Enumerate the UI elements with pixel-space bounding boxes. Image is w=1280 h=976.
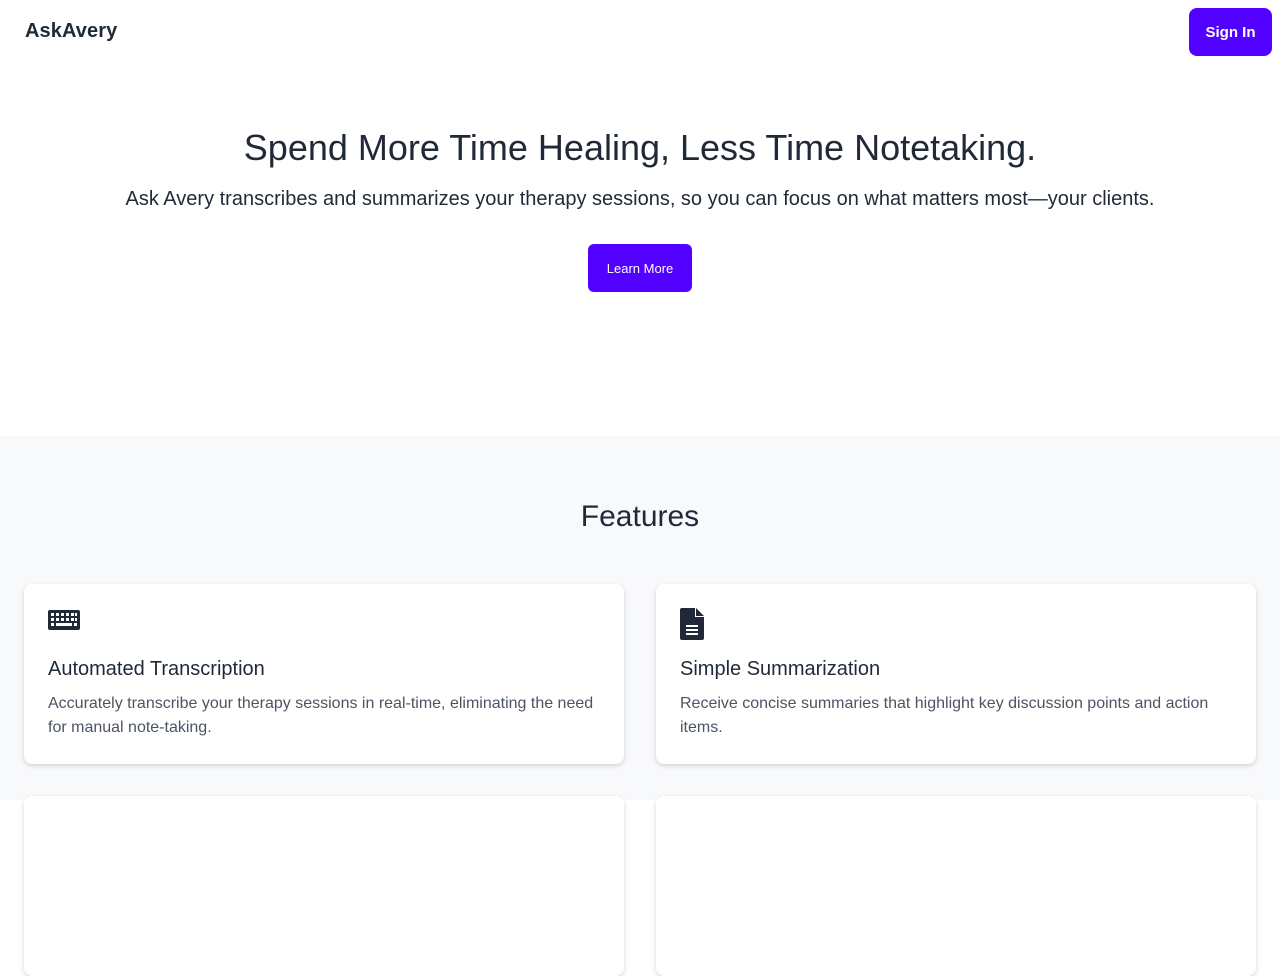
feature-description: Receive concise summaries that highlight… <box>680 695 1209 736</box>
top-nav: AskAvery Sign In <box>0 0 1280 64</box>
brand-logo[interactable]: AskAvery <box>25 20 117 43</box>
feature-card <box>24 796 624 976</box>
hero-section: Spend More Time Healing, Less Time Notet… <box>0 64 1280 436</box>
document-icon <box>680 608 704 645</box>
features-heading: Features <box>580 500 700 533</box>
sign-in-button[interactable]: Sign In <box>1189 8 1272 56</box>
feature-title: Simple Summarization <box>680 658 881 680</box>
feature-card-summarization: Simple Summarization Receive concise sum… <box>656 584 1256 764</box>
learn-more-button[interactable]: Learn More <box>588 244 692 292</box>
features-section: Features Automated Transcription Accurat… <box>0 436 1280 976</box>
hero-subtitle: Ask Avery transcribes and summarizes you… <box>125 188 1155 210</box>
feature-description: Accurately transcribe your therapy sessi… <box>48 695 594 736</box>
feature-title: Automated Transcription <box>48 658 265 680</box>
feature-card-transcription: Automated Transcription Accurately trans… <box>24 584 624 764</box>
feature-card <box>656 796 1256 976</box>
keyboard-icon <box>48 608 80 637</box>
hero-title: Spend More Time Healing, Less Time Notet… <box>243 127 1037 168</box>
